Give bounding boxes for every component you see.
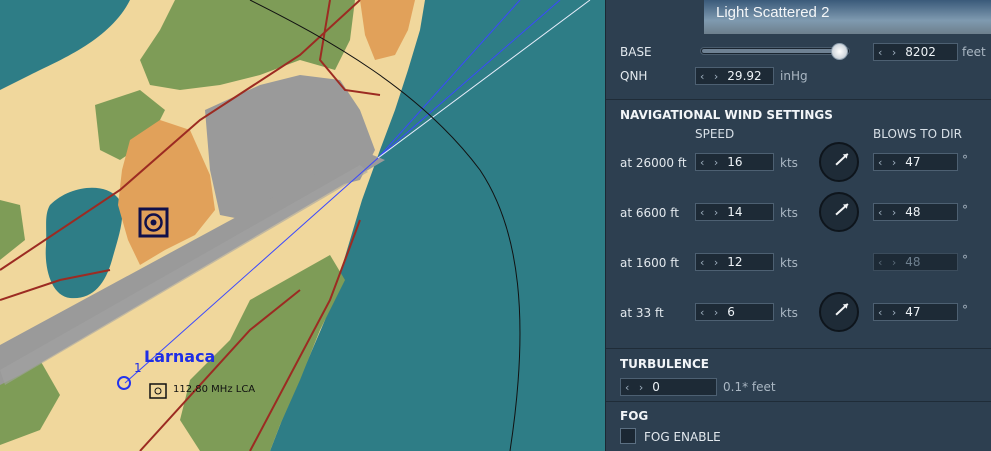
wind-direction-value: 47 — [905, 305, 921, 319]
wind-altitude-label: at 26000 ft — [620, 156, 687, 170]
wind-direction-dial[interactable] — [819, 142, 859, 182]
airport-name-label[interactable]: Larnaca — [144, 347, 215, 366]
wind-speed-value: 16 — [727, 155, 743, 169]
map-canvas[interactable] — [0, 0, 605, 451]
wind-altitude-label: at 1600 ft — [620, 256, 679, 270]
base-slider[interactable] — [700, 43, 850, 60]
spin-arrows-icon[interactable]: ‹ › — [696, 256, 727, 269]
base-slider-handle[interactable] — [831, 43, 848, 60]
spin-arrows-icon[interactable]: ‹ › — [696, 206, 727, 219]
degree-unit: ° — [962, 253, 968, 267]
spin-arrows-icon[interactable]: ‹ › — [621, 381, 652, 394]
wind-arrow-icon — [835, 153, 849, 166]
divider — [606, 348, 991, 349]
cloud-preset-label: Light Scattered 2 — [716, 4, 830, 21]
degree-unit: ° — [962, 203, 968, 217]
base-value-field[interactable]: ‹ › 8202 — [873, 43, 958, 61]
degree-unit: ° — [962, 153, 968, 167]
wind-direction-field[interactable]: ‹ › 47 — [873, 303, 958, 321]
wind-speed-unit: kts — [780, 156, 798, 170]
degree-unit: ° — [962, 303, 968, 317]
wind-direction-value: 48 — [905, 255, 921, 269]
wind-direction-dial[interactable] — [819, 192, 859, 232]
wind-speed-unit: kts — [780, 306, 798, 320]
wind-direction-value: 47 — [905, 155, 921, 169]
fog-enable-label: FOG ENABLE — [644, 430, 721, 444]
wind-direction-field[interactable]: ‹ › 47 — [873, 153, 958, 171]
navaid-label: 112.80 MHz LCA — [173, 384, 256, 395]
spin-arrows-icon: ‹ › — [878, 255, 900, 269]
turbulence-value-field[interactable]: ‹ › 0 — [620, 378, 717, 396]
turbulence-section-title: TURBULENCE — [620, 357, 709, 371]
wind-direction-field[interactable]: ‹ › 48 — [873, 203, 958, 221]
turbulence-unit: 0.1* feet — [723, 380, 776, 394]
wind-speed-field[interactable]: ‹ › 16 — [695, 153, 774, 171]
wind-speed-field[interactable]: ‹ › 6 — [695, 303, 774, 321]
turbulence-value: 0 — [652, 380, 660, 394]
wind-speed-value: 12 — [727, 255, 743, 269]
base-unit: feet — [962, 45, 986, 59]
wind-speed-value: 6 — [727, 305, 735, 319]
base-label: BASE — [620, 45, 652, 59]
weather-settings-panel: Light Scattered 2 BASE ‹ › 8202 feet QNH… — [605, 0, 991, 451]
wind-altitude-label: at 6600 ft — [620, 206, 679, 220]
wind-speed-unit: kts — [780, 206, 798, 220]
base-value: 8202 — [905, 45, 936, 59]
runway-marker-label: 1 — [134, 361, 142, 375]
fog-enable-checkbox[interactable] — [620, 428, 636, 444]
qnh-unit: inHg — [780, 69, 808, 83]
qnh-value: 29.92 — [727, 69, 762, 83]
qnh-label: QNH — [620, 69, 648, 83]
wind-altitude-label: at 33 ft — [620, 306, 664, 320]
spin-arrows-icon[interactable]: ‹ › — [874, 206, 905, 219]
divider — [606, 401, 991, 402]
wind-arrow-icon — [835, 303, 849, 316]
wind-speed-value: 14 — [727, 205, 743, 219]
cloud-preset-thumbnail[interactable]: Light Scattered 2 — [704, 0, 991, 34]
spin-arrows-icon[interactable]: ‹ › — [874, 46, 905, 59]
direction-column-header: BLOWS TO DIR — [873, 127, 962, 141]
wind-section-title: NAVIGATIONAL WIND SETTINGS — [620, 108, 833, 122]
map-view[interactable]: Larnaca 1 112.80 MHz LCA — [0, 0, 605, 451]
spin-arrows-icon[interactable]: ‹ › — [874, 156, 905, 169]
fog-section-title: FOG — [620, 409, 649, 423]
wind-direction-value: 48 — [905, 205, 921, 219]
spin-arrows-icon[interactable]: ‹ › — [696, 306, 727, 319]
wind-speed-field[interactable]: ‹ › 14 — [695, 203, 774, 221]
speed-column-header: SPEED — [695, 127, 735, 141]
spin-arrows-icon[interactable]: ‹ › — [696, 70, 727, 83]
wind-arrow-icon — [835, 203, 849, 216]
base-slider-fill — [702, 49, 842, 53]
divider — [606, 99, 991, 100]
spin-arrows-icon[interactable]: ‹ › — [874, 306, 905, 319]
qnh-value-field[interactable]: ‹ › 29.92 — [695, 67, 774, 85]
wind-speed-field[interactable]: ‹ › 12 — [695, 253, 774, 271]
wind-direction-dial[interactable] — [819, 292, 859, 332]
spin-arrows-icon[interactable]: ‹ › — [696, 156, 727, 169]
wind-direction-field: ‹ › 48 — [873, 253, 958, 271]
wind-speed-unit: kts — [780, 256, 798, 270]
